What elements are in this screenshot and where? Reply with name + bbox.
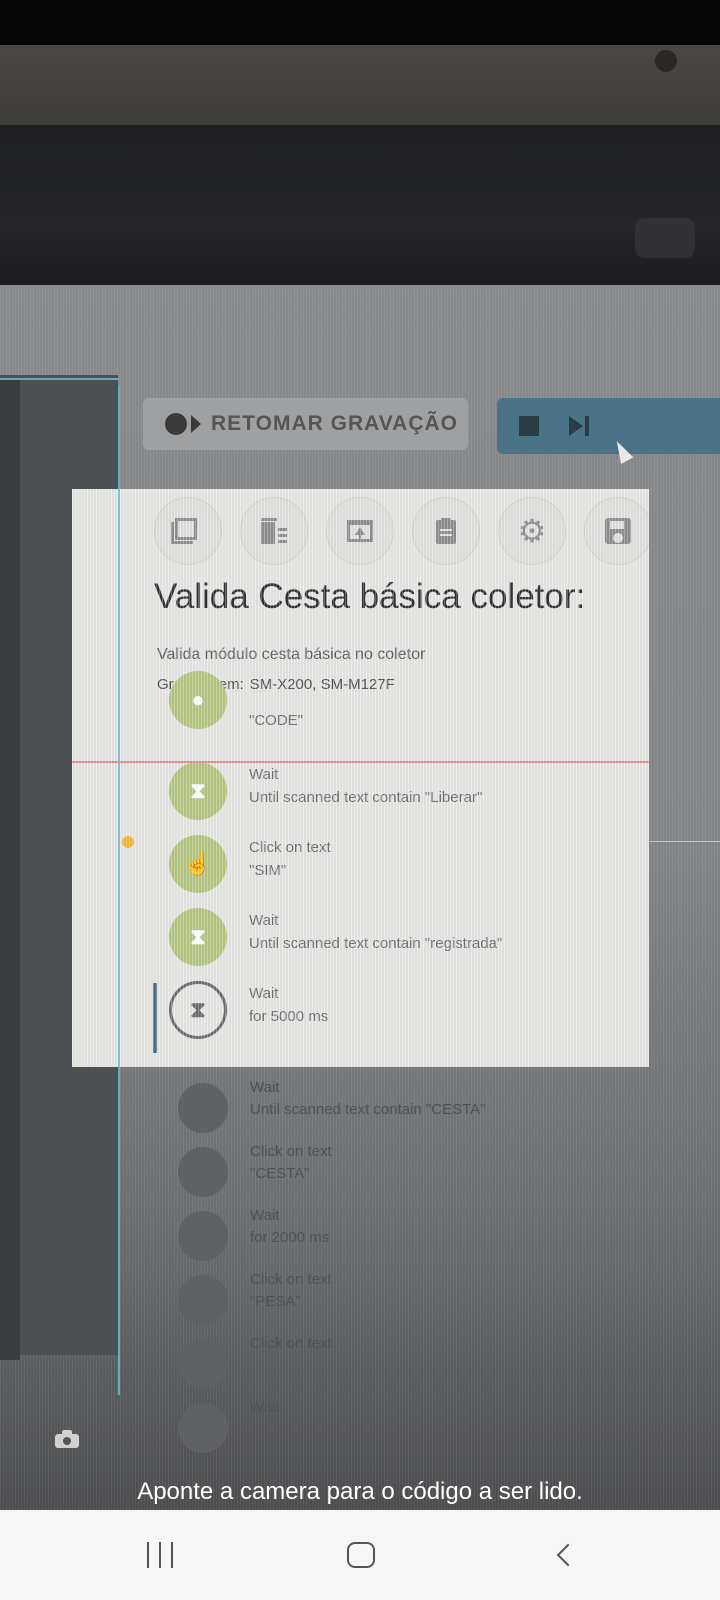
upload-icon	[347, 518, 373, 544]
step-detail: for 2000 ms	[250, 1229, 330, 1246]
record-icon	[165, 413, 187, 435]
step-type: Click on text	[250, 1271, 332, 1288]
toolbar: ⚙	[154, 497, 649, 567]
scanner-prompt: Aponte a camera para o código a ser lido…	[137, 1478, 583, 1505]
skip-next-icon[interactable]	[569, 414, 593, 438]
list-item[interactable]: ● "CODE"	[169, 671, 649, 754]
step-type: Click on text	[250, 1143, 332, 1160]
list-item[interactable]: ⧗ Wait for 5000 ms	[169, 973, 649, 1046]
step-detail: Until scanned text contain "Liberar"	[249, 789, 483, 806]
list-item[interactable]: Wait for 2000 ms	[170, 1203, 720, 1267]
save-icon	[605, 518, 631, 544]
tap-icon	[178, 1275, 228, 1325]
list-item[interactable]: Wait Until scanned text contain "CESTA"	[170, 1075, 720, 1139]
webcam-lens	[655, 50, 677, 72]
recent-apps-icon	[147, 1542, 149, 1568]
page-title: Valida Cesta básica coletor:	[154, 577, 586, 616]
play-icon	[191, 415, 201, 433]
list-item[interactable]: ☝ Click on text "SIM"	[169, 827, 649, 900]
monitor-frame	[0, 45, 720, 135]
step-type: Wait	[250, 1399, 280, 1416]
camera-top-edge	[0, 0, 720, 45]
step-detail: "CODE"	[249, 712, 303, 729]
tap-icon: ●	[169, 671, 227, 729]
test-description: Valida módulo cesta básica no coletor	[157, 646, 426, 663]
step-type: Wait	[249, 766, 279, 783]
hourglass-icon: ⧗	[169, 762, 227, 820]
system-navigation-bar	[0, 1510, 720, 1600]
list-item[interactable]: Click on text "CESTA"	[170, 1139, 720, 1203]
step-list: ● "CODE" ⧗ Wait Until scanned text conta…	[169, 671, 649, 1046]
home-icon	[347, 1542, 375, 1568]
resume-recording-button[interactable]: RETOMAR GRAVAÇÃO	[143, 398, 468, 450]
settings-button[interactable]: ⚙	[498, 497, 566, 565]
step-type: Wait	[249, 912, 279, 929]
bezel-reflection	[635, 218, 695, 258]
playback-control-bar	[497, 398, 720, 454]
step-detail: "PESA"	[250, 1293, 301, 1310]
recent-apps-button[interactable]	[130, 1533, 190, 1577]
step-detail: Until scanned text contain "registrada"	[249, 935, 503, 952]
scan-line	[72, 761, 649, 763]
clipboard-icon	[433, 518, 459, 544]
list-item[interactable]: Click on text "PESA"	[170, 1267, 720, 1331]
copy-icon	[171, 518, 201, 544]
panel-border	[118, 489, 120, 1067]
recorded-devices-value: SM-X200, SM-M127F	[249, 676, 395, 693]
step-type: Wait	[249, 985, 279, 1002]
clipboard-button[interactable]	[412, 497, 480, 565]
background-step-list: Wait Until scanned text contain "CESTA" …	[170, 1075, 720, 1459]
list-item[interactable]: Wait	[170, 1395, 720, 1459]
list-item[interactable]: ⧗ Wait Until scanned text contain "Liber…	[169, 754, 649, 827]
step-type: Wait	[250, 1079, 280, 1096]
camera-icon[interactable]	[55, 1430, 79, 1448]
tap-icon: ☝	[169, 835, 227, 893]
resume-recording-label: RETOMAR GRAVAÇÃO	[211, 412, 458, 435]
monitor-bezel	[0, 125, 720, 290]
active-step-indicator	[153, 983, 157, 1053]
delete-icon	[261, 518, 287, 544]
camera-feed: RETOMAR GRAVAÇÃO Wait Until scanned text…	[0, 0, 720, 1510]
step-detail: for 5000 ms	[249, 1008, 329, 1025]
tap-icon	[178, 1339, 228, 1389]
save-button[interactable]	[584, 497, 649, 565]
panel-border-top	[0, 378, 120, 380]
step-detail: "SIM"	[249, 862, 287, 879]
step-type: Click on text	[249, 839, 331, 856]
hourglass-icon	[178, 1403, 228, 1453]
hourglass-icon: ⧗	[169, 981, 227, 1039]
tap-icon	[178, 1147, 228, 1197]
scan-window: ⚙ Valida Cesta básica coletor: Valida mó…	[72, 489, 649, 1067]
step-type: Click on text	[250, 1335, 332, 1352]
list-item[interactable]: ⧗ Wait Until scanned text contain "regis…	[169, 900, 649, 973]
step-detail: Until scanned text contain "CESTA"	[250, 1101, 486, 1118]
delete-button[interactable]	[240, 497, 308, 565]
timeline-marker	[122, 836, 134, 848]
stop-icon[interactable]	[519, 416, 539, 436]
copy-button[interactable]	[154, 497, 222, 565]
step-type: Wait	[250, 1207, 280, 1224]
back-button[interactable]	[535, 1533, 595, 1577]
gear-icon: ⚙	[517, 513, 547, 549]
step-detail: "CESTA"	[250, 1165, 310, 1182]
back-icon	[556, 1543, 580, 1567]
home-button[interactable]	[331, 1533, 391, 1577]
upload-button[interactable]	[326, 497, 394, 565]
hourglass-icon: ⧗	[169, 908, 227, 966]
list-item[interactable]: Click on text	[170, 1331, 720, 1395]
left-panel-edge	[0, 380, 20, 1360]
hourglass-icon	[178, 1083, 228, 1133]
hourglass-icon	[178, 1211, 228, 1261]
